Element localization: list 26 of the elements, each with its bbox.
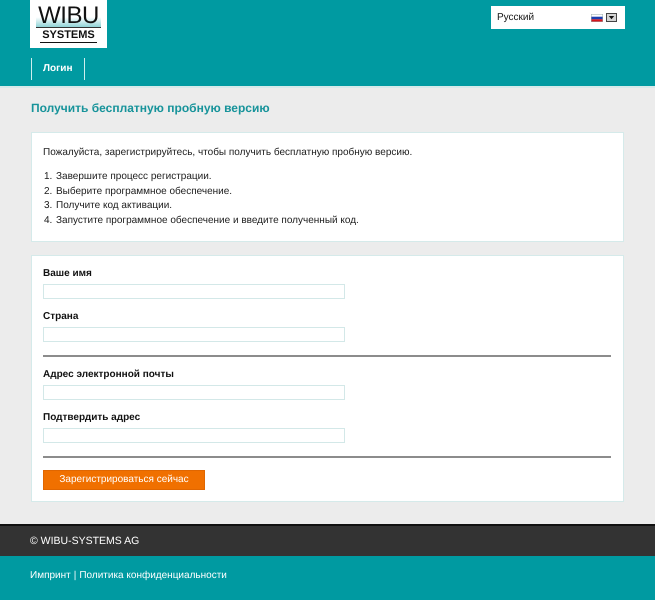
footer-link[interactable]: Импринт <box>30 569 71 582</box>
flag-icon <box>591 14 603 22</box>
step-item: 4. Запустите программное обеспечение и введите полученный код. <box>44 214 359 228</box>
field-label: Страна <box>43 310 78 323</box>
language-dropdown[interactable]: Русский <box>491 6 625 29</box>
text-input[interactable] <box>43 384 345 400</box>
language-value: Русский <box>497 12 536 23</box>
field-label: Адрес электронной почты <box>43 368 174 381</box>
step-item: 1. Завершите процесс регистрации. <box>44 170 212 184</box>
intro-text: Пожалуйста, зарегистрируйтесь, чтобы получить бесплатную пробную версию. <box>43 146 412 160</box>
step-item: 3. Получите код активации. <box>44 199 172 214</box>
register-button[interactable]: Зарегистрироваться сейчас <box>43 470 205 490</box>
text-input[interactable] <box>43 428 345 443</box>
field-label: Подтвердить адрес <box>43 412 140 424</box>
page-title: Получить бесплатную пробную версию <box>31 100 270 116</box>
link-separator: | <box>74 569 76 582</box>
copyright-text: © WIBU-SYSTEMS AG <box>30 535 140 547</box>
caret-icon <box>606 13 617 22</box>
logo-wordmark: WIBU <box>36 5 101 28</box>
text-input[interactable] <box>43 326 345 342</box>
text-input[interactable] <box>43 284 345 299</box>
nav-link[interactable]: Логин <box>32 58 86 80</box>
field-label: Ваше имя <box>43 268 92 280</box>
footer-link[interactable]: Политика конфиденциальности <box>79 569 227 582</box>
step-item: 2. Выберите программное обеспечение. <box>44 184 232 199</box>
logo-subtitle: SYSTEMS <box>40 29 97 43</box>
